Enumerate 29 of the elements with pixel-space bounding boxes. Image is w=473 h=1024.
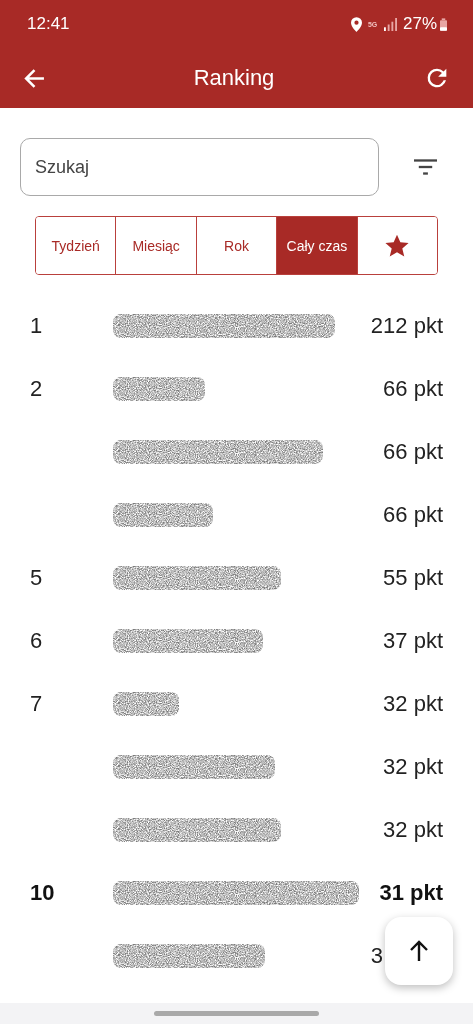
back-arrow-icon[interactable]	[24, 67, 45, 89]
location-pin-icon	[350, 16, 362, 32]
rank-number: 6	[30, 627, 44, 654]
points-value: 66 pkt	[383, 438, 443, 465]
rank-number: 1	[30, 312, 44, 339]
points-value: 66 pkt	[383, 501, 443, 528]
points-value: 55 pkt	[383, 564, 443, 591]
filter-icon[interactable]	[414, 159, 437, 175]
up-arrow-icon	[409, 940, 429, 962]
points-value: 32 pkt	[383, 690, 443, 717]
search-field[interactable]: Szukaj	[20, 138, 379, 196]
points-value: 212 pkt	[370, 312, 443, 339]
signal-icon	[383, 17, 397, 31]
points-value: 37 pkt	[383, 627, 443, 654]
period-tab[interactable]: Tydzień	[36, 217, 117, 274]
rank-number: 7	[30, 690, 44, 717]
points-value: 32 pkt	[383, 753, 443, 780]
period-tab[interactable]: Cały czas	[277, 217, 358, 274]
points-value: 66 pkt	[383, 375, 443, 402]
screen-title: Ranking	[193, 65, 275, 91]
points-value: 31 pkt	[379, 879, 443, 906]
rank-number: 5	[30, 564, 44, 591]
rank-number: 10	[30, 879, 56, 906]
battery-icon	[440, 17, 447, 31]
points-value: 3	[370, 942, 383, 969]
points-value: 32 pkt	[383, 816, 443, 843]
rank-number: 2	[30, 375, 44, 402]
battery-percent: 27%	[402, 14, 437, 34]
status-time: 12:41	[27, 14, 70, 34]
